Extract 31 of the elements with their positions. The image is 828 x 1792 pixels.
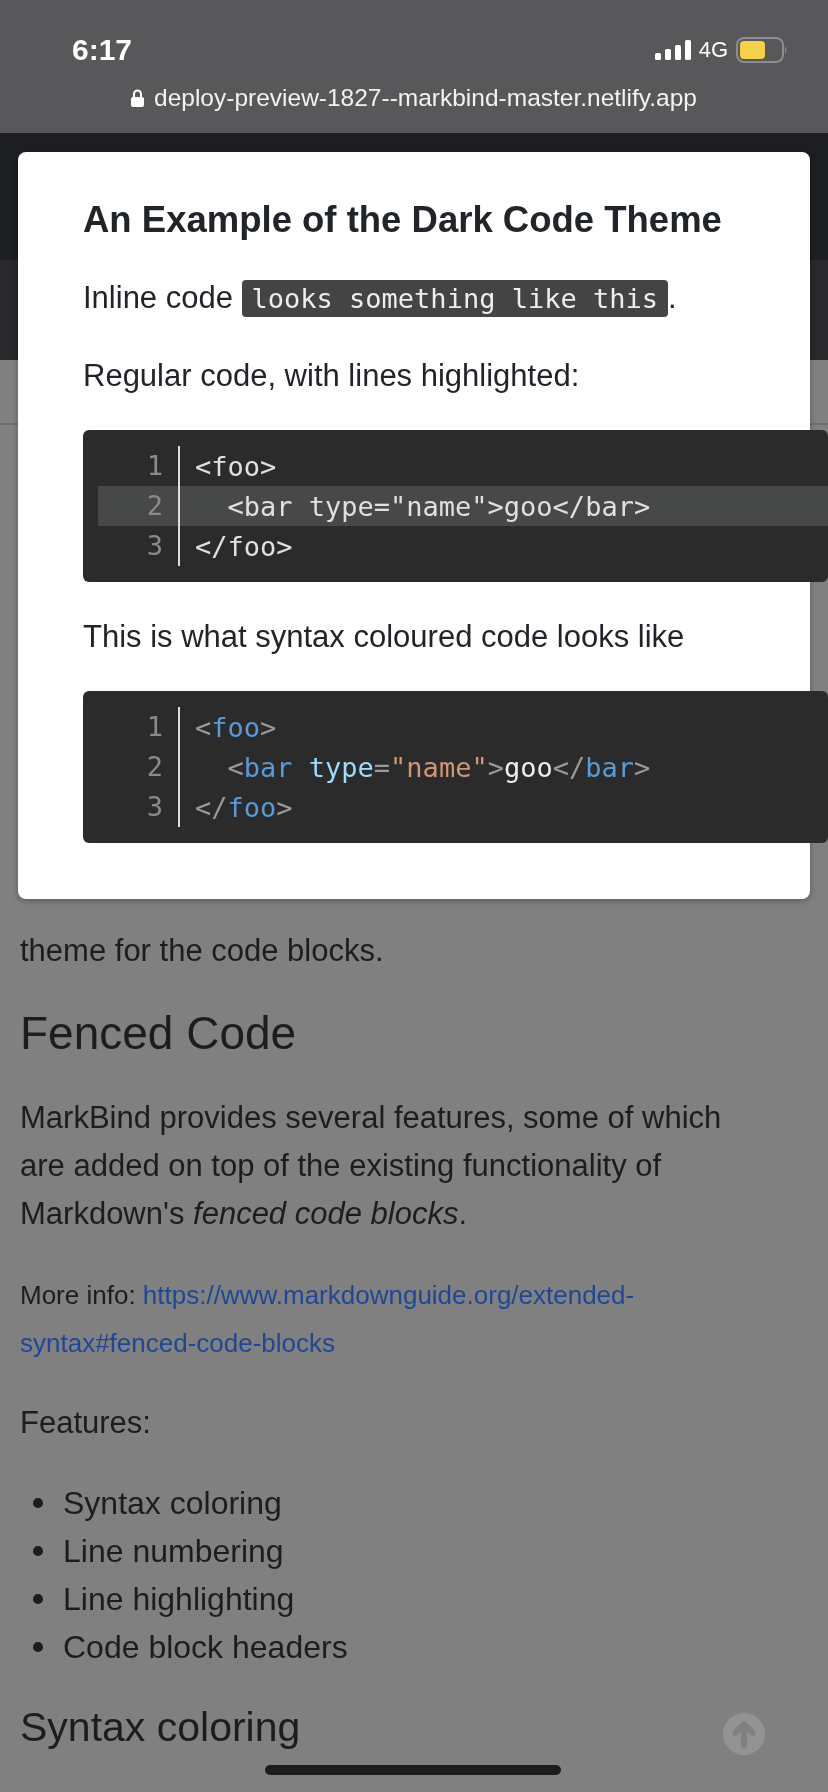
code-line: 3 </foo>: [98, 526, 828, 566]
list-item: Code block headers: [63, 1628, 348, 1666]
paragraph: Regular code, with lines highlighted:: [83, 357, 581, 395]
paragraph: More info: https://www.markdownguide.org/extended- syntax#fenced-code-blocks: [20, 1279, 636, 1360]
link[interactable]: syntax#fenced-code-blocks: [20, 1328, 336, 1358]
code-line: 2 <bar type="name">goo</bar>: [98, 747, 828, 787]
battery-icon: [736, 37, 788, 63]
bullet-icon: [33, 1498, 43, 1508]
paragraph: Inline code looks something like this .: [83, 279, 678, 319]
paragraph: theme for the code blocks.: [20, 932, 385, 970]
signal-icon: [654, 40, 691, 60]
inline-code: looks something like this: [241, 280, 668, 317]
bullet-icon: [33, 1594, 43, 1604]
paragraph: This is what syntax coloured code looks like: [83, 618, 686, 656]
time: 6:17: [72, 33, 133, 67]
network-type: 4G: [698, 37, 728, 63]
section-heading: Syntax coloring: [20, 1703, 301, 1752]
section-heading: Fenced Code: [20, 1006, 298, 1061]
lock-icon: [131, 89, 145, 107]
paragraph: MarkBind provides several features, some of which are added on top of the existing functionality of Markdown's fenced code blocks.: [20, 1099, 723, 1233]
list-item: Line highlighting: [63, 1580, 295, 1618]
code-line: 3 </foo>: [98, 787, 828, 827]
code-line: 1 <foo>: [98, 707, 828, 747]
url-text[interactable]: deploy-preview-1827--markbind-master.netlify.app: [154, 84, 697, 112]
list-item: Line numbering: [63, 1532, 284, 1570]
bullet-icon: [33, 1642, 43, 1652]
dialog-title: An Example of the Dark Code Theme: [83, 198, 723, 242]
bullet-icon: [33, 1546, 43, 1556]
link[interactable]: https://www.markdownguide.org/extended-: [142, 1280, 635, 1310]
list-item: Syntax coloring: [63, 1484, 282, 1522]
paragraph: Features:: [20, 1404, 152, 1442]
